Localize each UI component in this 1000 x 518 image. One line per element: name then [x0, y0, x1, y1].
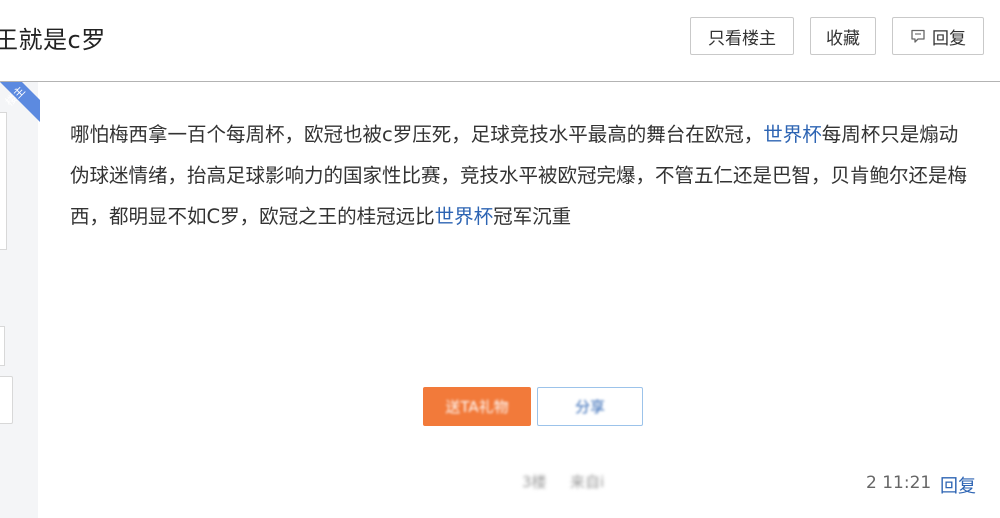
thread-header: 王就是c罗 只看楼主 收藏 回复 [0, 0, 1000, 82]
thread-title: 王就是c罗 [0, 26, 106, 54]
only-op-button[interactable]: 只看楼主 [690, 17, 794, 55]
keyword-link-worldcup[interactable]: 世界杯 [763, 123, 822, 146]
floor-number: 3楼 [522, 473, 547, 491]
op-badge: 楼主 [0, 82, 40, 122]
keyword-link-worldcup[interactable]: 世界杯 [435, 205, 494, 228]
comment-icon [910, 28, 926, 44]
reply-button-label: 回复 [932, 28, 966, 49]
post-text-segment: 冠军沉重 [493, 205, 572, 228]
author-avatar-frame[interactable] [0, 112, 7, 250]
post-source: 来自i [570, 473, 605, 491]
post-text-segment: 哪怕梅西拿一百个每周杯，欧冠也被c罗压死，足球竞技水平最高的舞台在欧冠， [70, 123, 764, 146]
send-gift-label: 送TA礼物 [445, 398, 509, 416]
collect-button[interactable]: 收藏 [810, 17, 876, 55]
author-action-box[interactable] [0, 376, 13, 424]
send-gift-button[interactable]: 送TA礼物 [423, 387, 531, 426]
post-content: 哪怕梅西拿一百个每周杯，欧冠也被c罗压死，足球竞技水平最高的舞台在欧冠，世界杯每… [70, 114, 970, 237]
post-time: 2 11:21 [866, 473, 932, 493]
reply-button[interactable]: 回复 [892, 17, 984, 55]
share-button[interactable]: 分享 [537, 387, 643, 426]
share-label: 分享 [574, 398, 605, 416]
author-level-box [0, 326, 5, 366]
reply-link[interactable]: 回复 [940, 472, 976, 498]
